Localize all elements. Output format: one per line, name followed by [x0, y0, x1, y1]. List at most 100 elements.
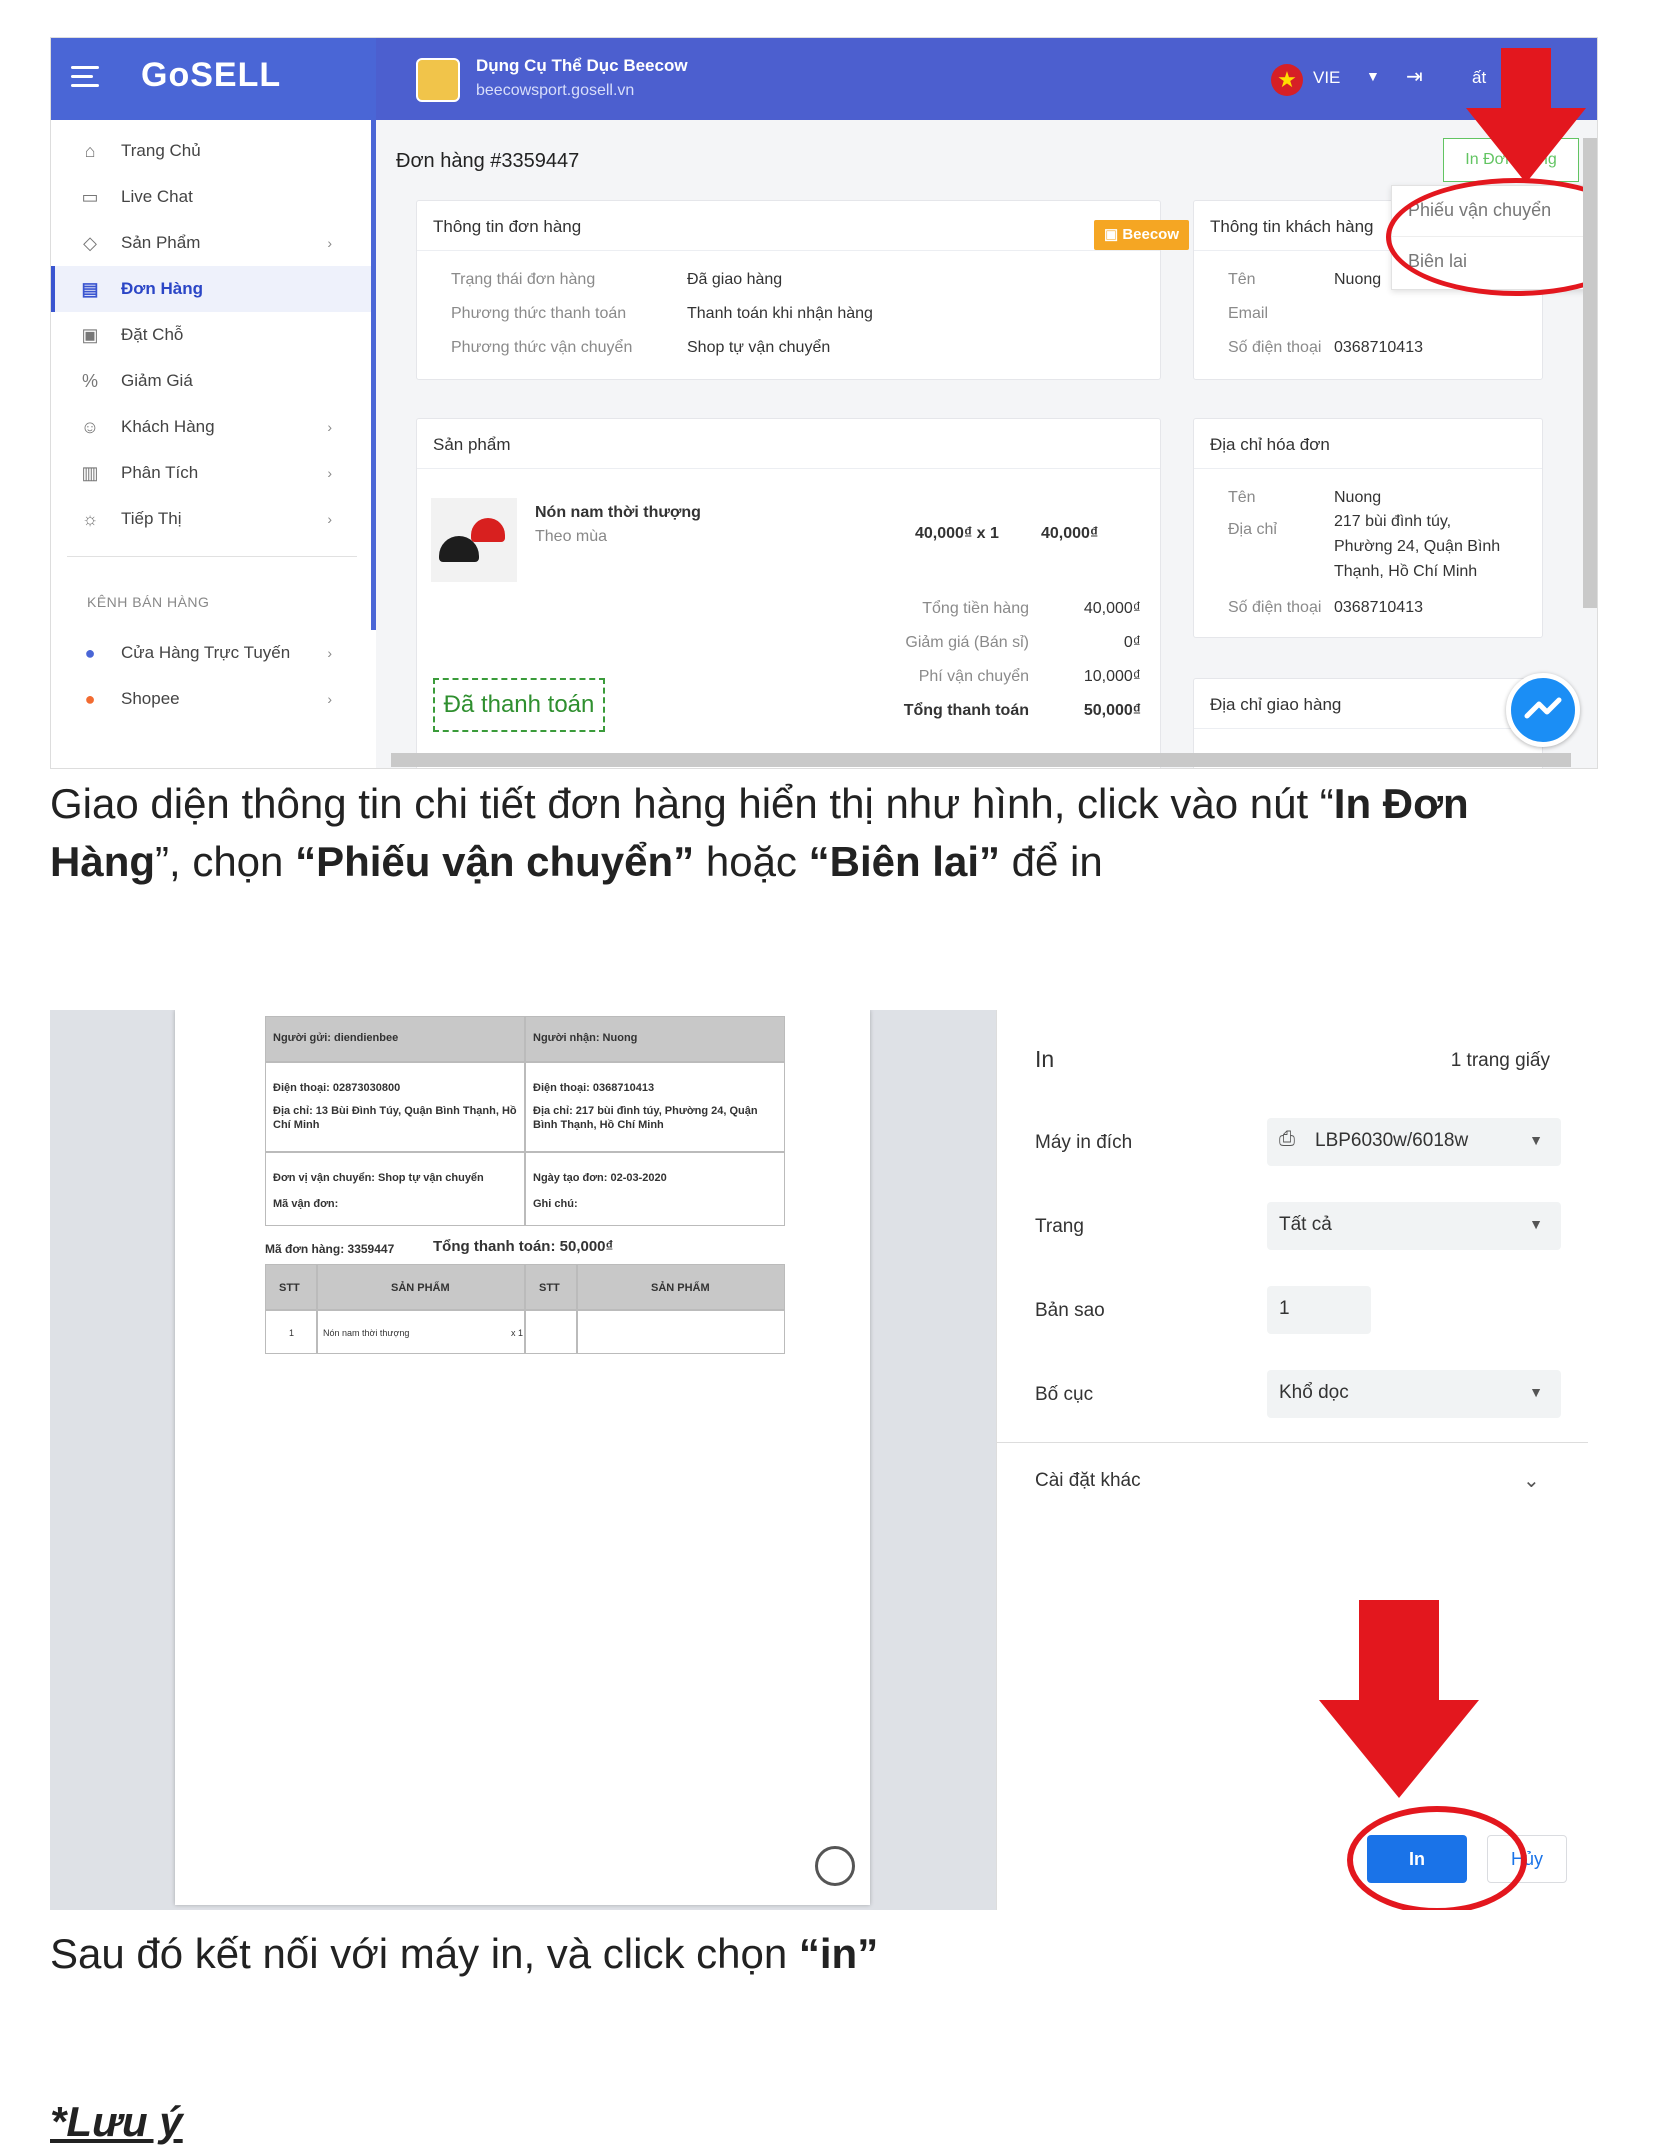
customer-phone-label: Số điện thoại	[1228, 339, 1322, 356]
slip-tracking: Mã vận đơn:	[273, 1198, 339, 1210]
calendar-icon: ▣	[81, 324, 99, 345]
tag-icon: ◇	[83, 232, 97, 253]
billing-address-line1: 217 bùi đình túy,	[1334, 513, 1452, 530]
layout-label: Bố cục	[1035, 1384, 1094, 1405]
print-dialog-screenshot: Người gửi: diendienbee Người nhận: Nuong…	[50, 1010, 1588, 1910]
sidebar-item-reservations[interactable]: ▣ Đặt Chỗ	[51, 312, 376, 358]
copies-label: Bản sao	[1035, 1300, 1105, 1321]
order-icon: ▤	[81, 278, 99, 299]
shipping-fee-value: 10,000₫	[1083, 668, 1141, 685]
order-status-value: Đã giao hàng	[687, 271, 783, 288]
sidebar-item-customers[interactable]: ☺ Khách Hàng ›	[51, 404, 376, 450]
product-variant: Theo mùa	[535, 528, 608, 545]
gosell-logo: GoSELL	[141, 56, 282, 94]
shipping-fee-label: Phí vận chuyển	[918, 668, 1029, 685]
caret-down-icon[interactable]: ▼	[1366, 68, 1380, 84]
chevron-right-icon: ›	[327, 235, 332, 251]
print-preview-area: Người gửi: diendienbee Người nhận: Nuong…	[50, 1010, 996, 1910]
print-panel-title: In	[1035, 1046, 1055, 1072]
caption-step-print-order: Giao diện thông tin chi tiết đơn hàng hi…	[50, 780, 1469, 885]
pages-select[interactable]: Tất cả ▼	[1267, 1202, 1561, 1250]
slip-order-code: Mã đơn hàng: 3359447	[265, 1242, 395, 1256]
billing-address-line3: Thạnh, Hồ Chí Minh	[1334, 563, 1478, 580]
caret-down-icon: ▼	[1529, 1132, 1543, 1148]
slip-col-stt-2: STT	[539, 1282, 560, 1294]
panel-divider	[997, 1442, 1588, 1443]
subtotal-value: 40,000₫	[1083, 600, 1141, 617]
page-count: 1 trang giấy	[1450, 1050, 1550, 1071]
discount-value: 0₫	[1123, 634, 1141, 651]
sidebar-scroll-indicator	[371, 120, 376, 630]
printer-select[interactable]: ⎙ LBP6030w/6018w ▼	[1267, 1118, 1561, 1166]
messenger-icon[interactable]	[815, 1846, 855, 1886]
sidebar-item-marketing[interactable]: ☼ Tiếp Thị ›	[51, 496, 376, 542]
billing-address-card: Địa chỉ hóa đơn Tên Nuong Địa chỉ 217 bù…	[1193, 418, 1543, 638]
shipping-address-title: Địa chỉ giao hàng	[1194, 679, 1542, 729]
payment-method-label: Phương thức thanh toán	[451, 305, 627, 322]
slip-col-product: SẢN PHẨM	[391, 1282, 450, 1294]
vietnam-flag-icon: ★	[1271, 64, 1303, 96]
discount-label: Giảm giá (Bán sỉ)	[905, 634, 1029, 651]
billing-address-label: Địa chỉ	[1228, 521, 1277, 538]
chevron-right-icon: ›	[327, 645, 332, 661]
billing-name-label: Tên	[1228, 489, 1256, 506]
menu-icon[interactable]	[71, 66, 99, 88]
slip-sender-address: Địa chỉ: 13 Bùi Đình Túy, Quận Bình Thạn…	[273, 1105, 517, 1131]
pages-label: Trang	[1035, 1216, 1084, 1237]
messenger-icon[interactable]	[1506, 673, 1580, 747]
language-selector[interactable]: VIE	[1313, 68, 1340, 88]
store-url: beecowsport.gosell.vn	[476, 82, 635, 99]
sidebar-item-online-store[interactable]: ● Cửa Hàng Trực Tuyến ›	[51, 630, 376, 676]
sidebar-item-orders[interactable]: ▤ Đơn Hàng	[51, 266, 376, 312]
slip-col-product-2: SẢN PHẨM	[651, 1282, 710, 1294]
slip-sender-phone: Điện thoại: 02873030800	[273, 1082, 401, 1094]
note-heading: *Lưu ý	[50, 2098, 183, 2145]
order-info-title: Thông tin đơn hàng	[417, 201, 1160, 251]
chat-icon: ▭	[81, 186, 99, 207]
sidebar-item-discounts[interactable]: % Giảm Giá	[51, 358, 376, 404]
paid-stamp: Đã thanh toán	[433, 678, 605, 732]
sidebar-item-home[interactable]: ⌂ Trang Chủ	[51, 128, 376, 174]
caret-down-icon: ▼	[1529, 1216, 1543, 1232]
sidebar-item-products[interactable]: ◇ Sản Phẩm ›	[51, 220, 376, 266]
copies-input[interactable]: 1	[1267, 1286, 1371, 1334]
slip-col-stt: STT	[279, 1282, 300, 1294]
billing-title: Địa chỉ hóa đơn	[1194, 419, 1542, 469]
customer-name-value: Nuong	[1334, 271, 1382, 288]
customer-email-label: Email	[1228, 305, 1269, 322]
order-info-card: Thông tin đơn hàng Trạng thái đơn hàng Đ…	[416, 200, 1161, 380]
more-settings-toggle[interactable]: Cài đặt khác	[1035, 1470, 1141, 1492]
vertical-scrollbar[interactable]	[1583, 138, 1597, 608]
layout-select[interactable]: Khổ dọc ▼	[1267, 1370, 1561, 1418]
grand-total-value: 50,000₫	[1083, 702, 1141, 719]
customers-icon: ☺	[80, 416, 100, 437]
chevron-right-icon: ›	[327, 691, 332, 707]
chevron-right-icon: ›	[327, 419, 332, 435]
store-logo-icon	[416, 58, 460, 102]
shipping-method-value: Shop tự vận chuyển	[687, 339, 831, 356]
sidebar-item-live-chat[interactable]: ▭ Live Chat	[51, 174, 376, 220]
slip-receiver-phone: Điện thoại: 0368710413	[533, 1082, 655, 1094]
store-icon: ●	[84, 642, 96, 663]
caret-down-icon: ▼	[1529, 1384, 1543, 1400]
chevron-right-icon: ›	[327, 465, 332, 481]
slip-row-product: Nón nam thời thượng	[323, 1328, 410, 1338]
horizontal-scrollbar[interactable]	[391, 753, 1571, 767]
chevron-down-icon[interactable]: ⌄	[1523, 1468, 1540, 1493]
product-name[interactable]: Nón nam thời thượng	[535, 504, 701, 522]
sidebar-item-shopee[interactable]: ● Shopee ›	[51, 676, 376, 722]
slip-receiver-address: Địa chỉ: 217 bùi đình túy, Phường 24, Qu…	[533, 1105, 758, 1131]
sidebar-item-analytics[interactable]: ▥ Phân Tích ›	[51, 450, 376, 496]
chevron-right-icon: ›	[327, 511, 332, 527]
logout-icon[interactable]: ⇥	[1406, 64, 1423, 89]
order-status-label: Trạng thái đơn hàng	[451, 271, 596, 288]
billing-name-value: Nuong	[1334, 489, 1382, 506]
discount-icon: %	[81, 370, 98, 391]
shipping-method-label: Phương thức vận chuyển	[451, 339, 633, 356]
order-title: Đơn hàng #3359447	[396, 150, 580, 172]
slip-total: Tổng thanh toán: 50,000₫	[433, 1238, 614, 1255]
slip-row-qty: x 1	[511, 1328, 524, 1338]
order-detail-screenshot: GoSELL Dụng Cụ Thể Dục Beecow beecowspor…	[50, 37, 1598, 769]
printer-icon: ⎙	[1279, 1128, 1295, 1150]
slip-row-number: 1	[289, 1328, 295, 1338]
